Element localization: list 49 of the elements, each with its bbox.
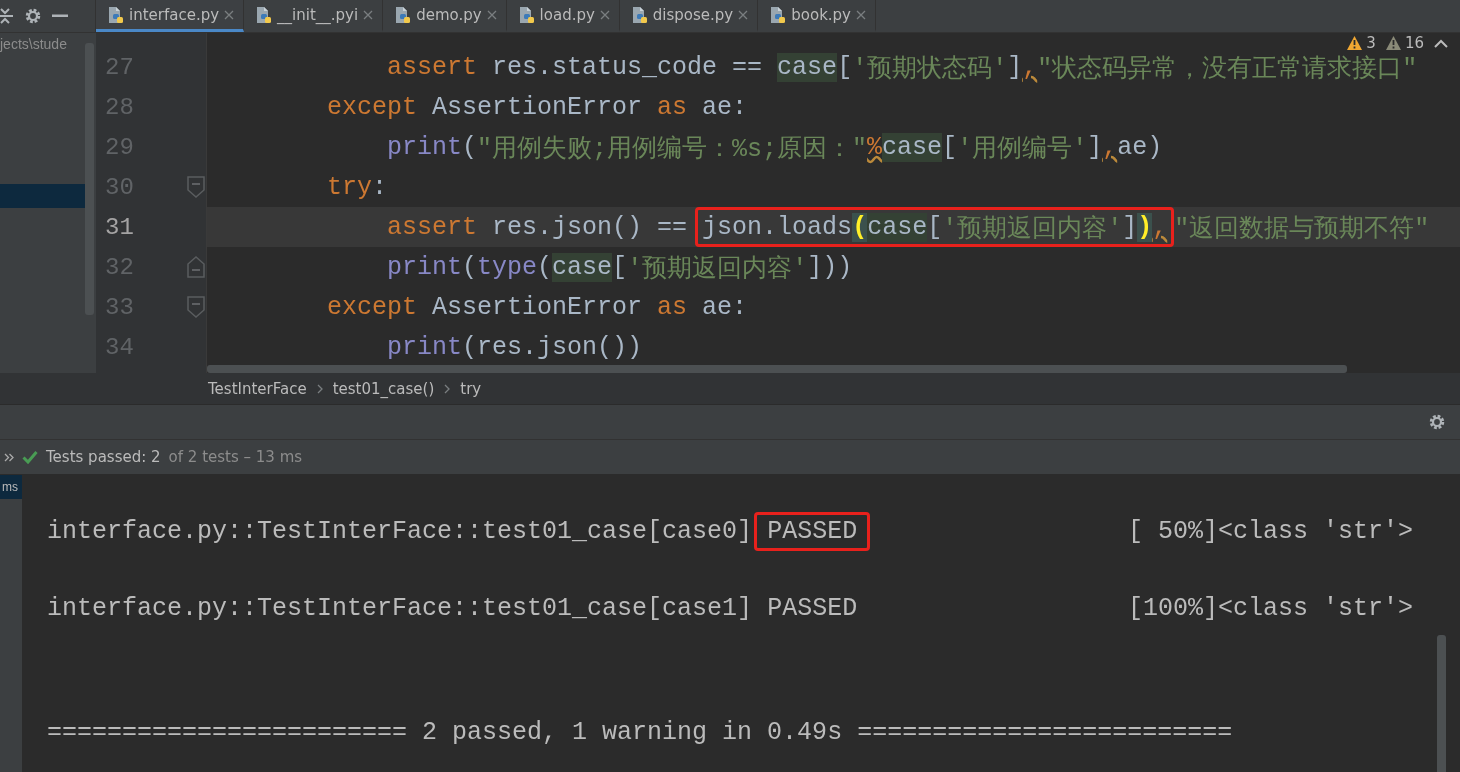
collapse-icon[interactable]	[0, 7, 14, 25]
console-line: interface.py::TestInterFace::test01_case[case0] PASSED	[47, 511, 871, 552]
code-line: except AssertionError as ae:	[326, 91, 749, 124]
code-line: try:	[326, 171, 389, 204]
code-line: print("用例失败;用例编号：%s;原因："%case['用例编号'],ae)	[386, 131, 1164, 166]
warning-icon[interactable]	[1347, 36, 1363, 50]
tests-passed-label: Tests passed: 2	[46, 448, 161, 466]
file-tab[interactable]: interface.py	[96, 0, 245, 32]
breadcrumb[interactable]: test01_case()	[332, 379, 435, 398]
scrollbar[interactable]	[207, 365, 1347, 373]
warning-count: 3	[1366, 35, 1376, 51]
python-file-icon	[256, 5, 273, 24]
breadcrumb[interactable]: try	[460, 379, 482, 398]
line-number: 31	[105, 213, 134, 241]
settings-icon[interactable]	[1428, 413, 1446, 431]
close-icon[interactable]	[599, 9, 610, 20]
console-line: interface.py::TestInterFace::test01_case[case1] PASSED	[47, 593, 859, 625]
weak-warning-icon[interactable]	[1385, 36, 1401, 50]
scrollbar[interactable]	[85, 43, 94, 315]
console-output: [100%]<class 'str'>	[1127, 594, 1413, 623]
console-summary: ======================== 2 passed, 1 warning in 0.49s =========================	[47, 718, 1233, 747]
close-icon[interactable]	[363, 9, 374, 20]
chevron-up-icon[interactable]	[1434, 38, 1448, 48]
minimize-icon[interactable]	[52, 14, 68, 18]
python-file-icon	[770, 5, 787, 24]
code-line: except AssertionError as ae:	[326, 291, 749, 324]
python-file-icon	[518, 5, 535, 24]
code-line: print(type(case['预期返回内容']))	[386, 251, 854, 286]
breadcrumb[interactable]: TestInterFace	[208, 379, 307, 398]
scrollbar[interactable]	[1437, 635, 1446, 772]
check-icon	[22, 450, 38, 464]
python-file-icon	[395, 5, 412, 24]
tests-detail-label: of 2 tests – 13 ms	[168, 448, 303, 466]
settings-icon[interactable]	[24, 7, 42, 25]
code-line: print(res.json())	[386, 331, 644, 364]
chevron-right-icon	[316, 383, 323, 394]
close-icon[interactable]	[486, 9, 497, 20]
close-icon[interactable]	[856, 9, 866, 20]
close-icon[interactable]	[224, 9, 235, 20]
console-output: [ 50%]<class 'str'>	[1127, 517, 1413, 546]
weak-warning-count: 16	[1404, 35, 1424, 51]
python-file-icon	[631, 5, 648, 24]
python-file-icon	[108, 5, 124, 24]
double-chevron-icon[interactable]	[4, 452, 14, 462]
test-tree-item[interactable]: ms	[0, 475, 22, 499]
code-line: assert res.status_code == case['预期状态码'],"状态码异常，没有正常请求接口"	[386, 51, 1419, 86]
project-path: jects\stude	[0, 36, 67, 52]
close-icon[interactable]	[738, 9, 749, 20]
chevron-right-icon	[444, 383, 451, 394]
